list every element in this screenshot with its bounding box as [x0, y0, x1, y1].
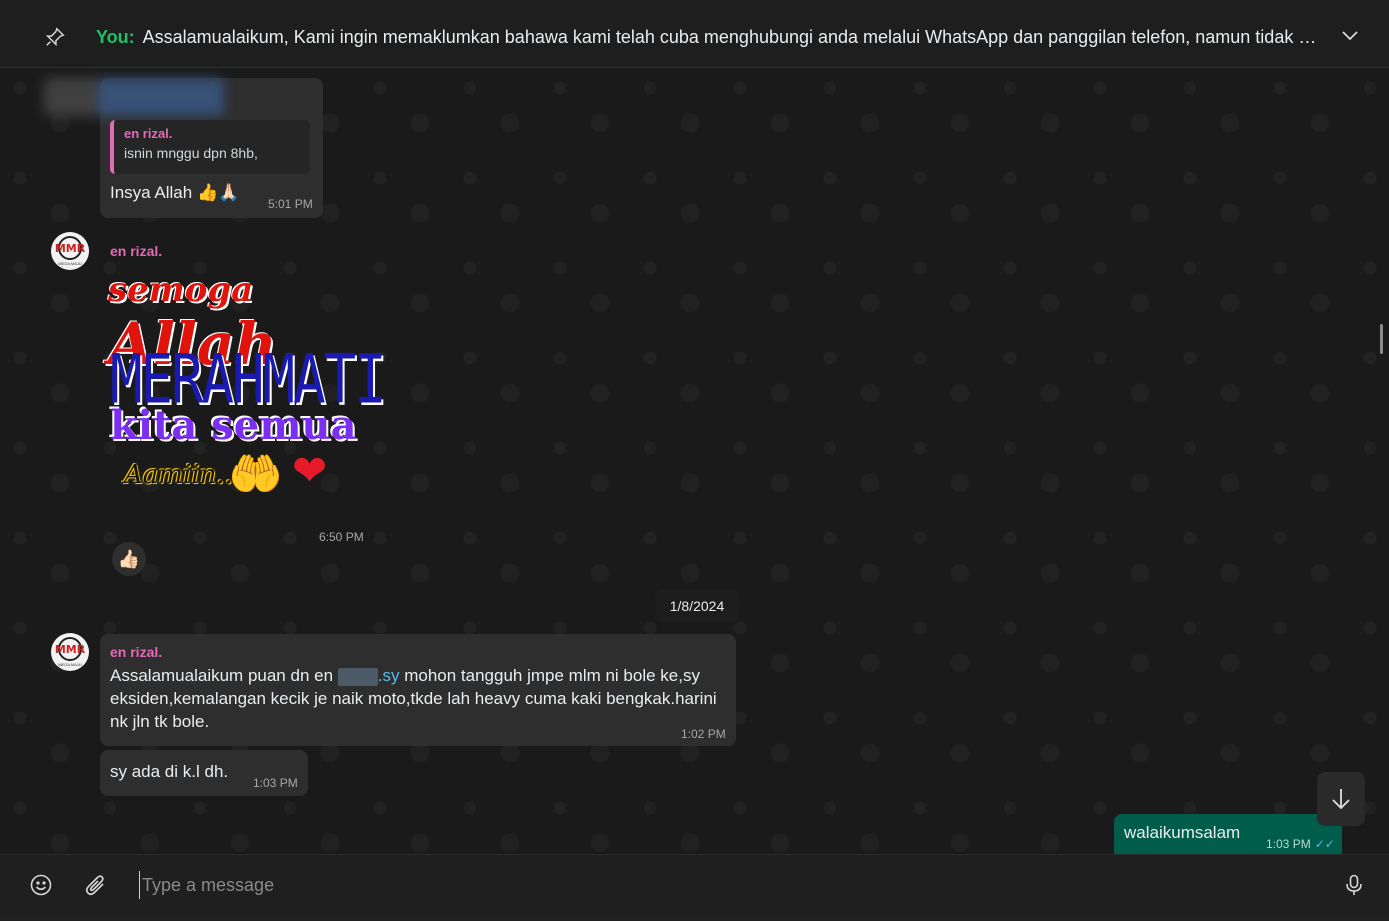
- quoted-text: isnin mnggu dpn 8hb,: [124, 145, 258, 161]
- message-text: Insya Allah 👍🙏🏻: [110, 183, 240, 202]
- sender-name[interactable]: en rizal.: [110, 644, 162, 660]
- message-time: 5:01 PM: [268, 197, 313, 211]
- blurred-sender: [44, 78, 224, 116]
- message-time: 1:02 PM: [681, 727, 726, 741]
- chat-area[interactable]: en rizal. isnin mnggu dpn 8hb, Insya All…: [0, 68, 1389, 854]
- message-time-value: 1:03 PM: [1266, 837, 1311, 851]
- read-ticks-icon: ✓✓: [1314, 837, 1335, 851]
- redacted-name: [337, 667, 378, 686]
- heart-icon: ❤: [292, 447, 328, 494]
- sticker-line-4: Aamiin..: [124, 460, 233, 490]
- arrow-down-icon: [1332, 789, 1350, 810]
- message-bubble[interactable]: sy ada di k.l dh. 1:03 PM: [100, 750, 308, 796]
- message-text: walaikumsalam: [1124, 823, 1241, 842]
- avatar[interactable]: MMR MEGA MAJU: [51, 633, 89, 671]
- scroll-to-bottom-button[interactable]: [1317, 772, 1365, 826]
- sticker-text: semoga: [108, 270, 254, 310]
- message-input[interactable]: [139, 871, 1309, 899]
- sticker[interactable]: semoga Allah MERAHMATI kita semua Aamiin…: [108, 270, 387, 516]
- avatar-subtext: MEGA MAJU: [58, 662, 82, 667]
- reaction-badge[interactable]: 👍🏻: [112, 542, 146, 576]
- pinned-message-text[interactable]: You: Assalamualaikum, Kami ingin memaklum…: [96, 27, 1326, 48]
- message-text-part: Assalamualaikum puan dn en: [110, 666, 338, 685]
- message-time: 1:03 PM ✓✓: [1266, 837, 1335, 851]
- message-text: Assalamualaikum puan dn en .sy mohon tan…: [110, 664, 725, 733]
- message-text: sy ada di k.l dh.: [110, 762, 229, 781]
- outgoing-message-bubble[interactable]: walaikumsalam 1:03 PM ✓✓: [1114, 814, 1342, 854]
- chevron-down-icon[interactable]: [1340, 28, 1360, 44]
- avatar[interactable]: MMR MEGA MAJU: [51, 232, 89, 270]
- window-bottom-edge: [0, 914, 1389, 921]
- microphone-icon[interactable]: [1342, 873, 1366, 897]
- emoji-icon[interactable]: [29, 873, 53, 897]
- scrollbar-thumb[interactable]: [1380, 324, 1383, 354]
- pinned-message-bar[interactable]: You: Assalamualaikum, Kami ingin memaklum…: [0, 0, 1389, 68]
- date-divider: 1/8/2024: [655, 590, 739, 622]
- quoted-sender: en rizal.: [124, 126, 173, 141]
- sender-name[interactable]: en rizal.: [110, 243, 162, 259]
- message-time: 6:50 PM: [319, 530, 364, 544]
- pin-icon[interactable]: [44, 26, 66, 48]
- pinned-message-body: Assalamualaikum, Kami ingin memaklumkan …: [142, 27, 1326, 47]
- avatar-subtext: MEGA MAJU: [58, 261, 82, 266]
- avatar-logo: MMR: [55, 236, 85, 260]
- quoted-message[interactable]: en rizal. isnin mnggu dpn 8hb,: [110, 120, 310, 174]
- praying-hands-icon: 🤲: [228, 450, 283, 499]
- avatar-logo: MMR: [55, 637, 85, 661]
- pinned-sender: You:: [96, 27, 135, 47]
- message-time: 1:03 PM: [253, 776, 298, 790]
- message-link[interactable]: .sy: [378, 666, 400, 685]
- message-bubble[interactable]: en rizal. Assalamualaikum puan dn en .sy…: [100, 634, 736, 746]
- sticker-line-3: kita semua: [110, 402, 357, 449]
- paperclip-icon[interactable]: [84, 873, 108, 897]
- message-composer: [0, 854, 1389, 914]
